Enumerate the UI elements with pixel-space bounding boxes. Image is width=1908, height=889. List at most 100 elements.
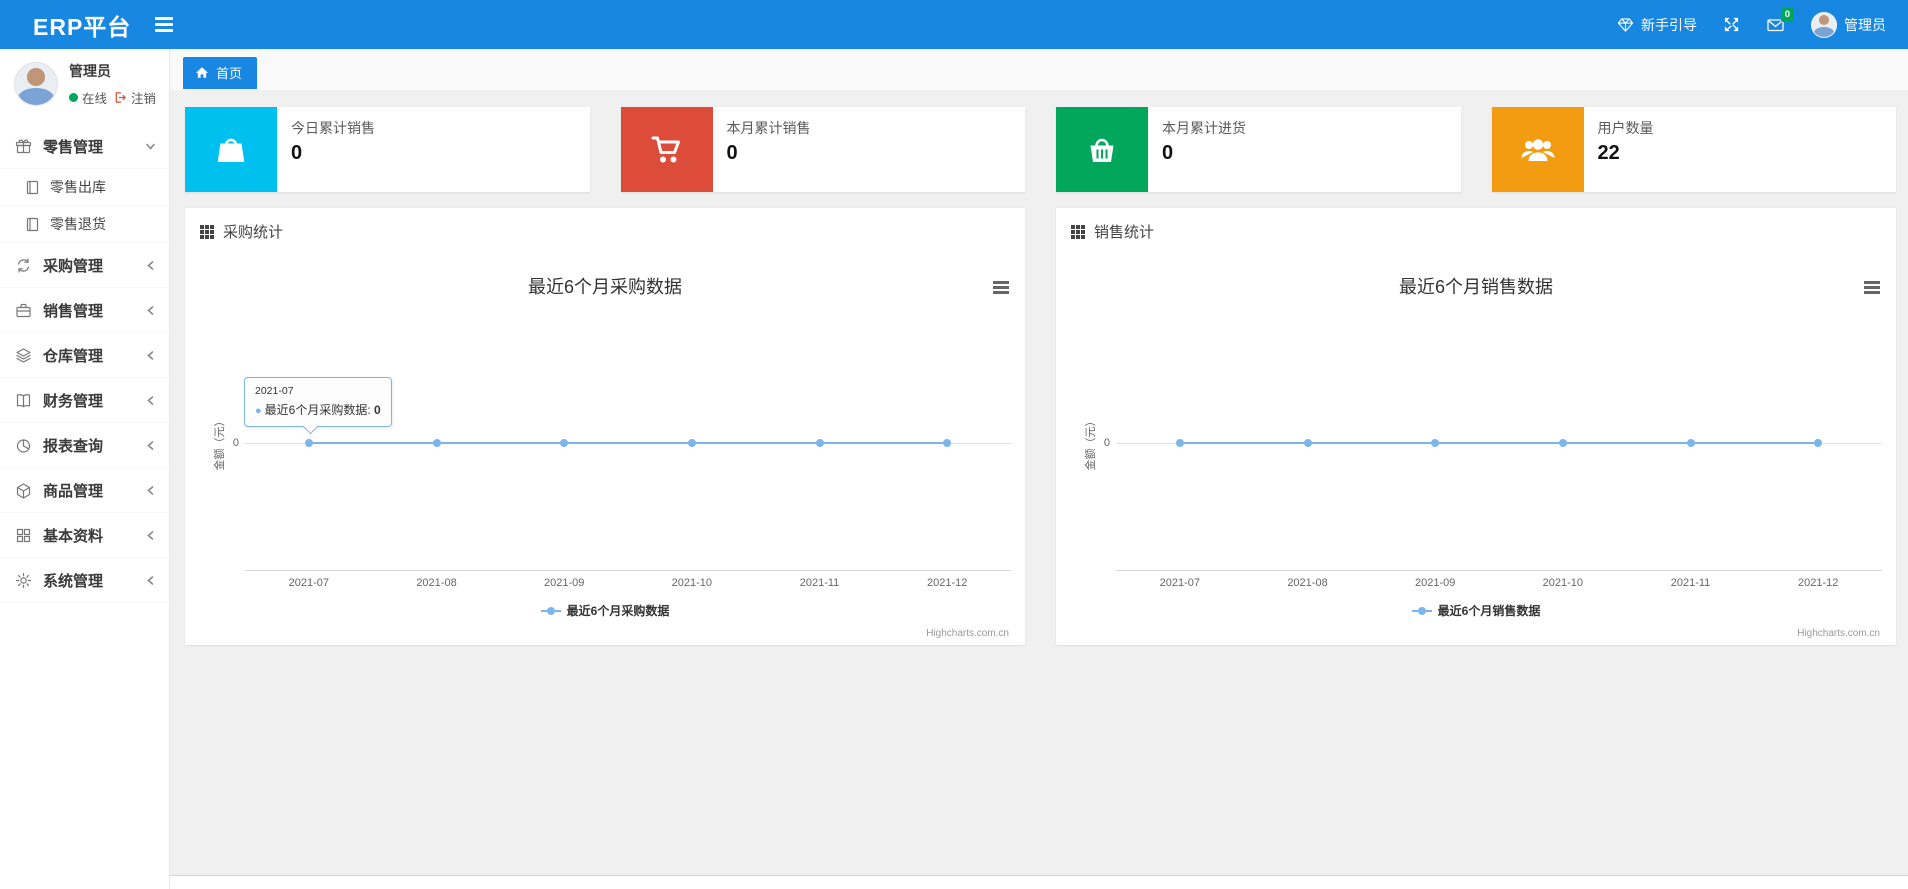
sidebar-item-label: 报表查询 [43,437,104,455]
th-grid-icon [1071,224,1085,239]
data-point[interactable] [1686,439,1695,447]
plot-area: 2021-07 2021-08 2021-09 2021-10 2021-11 2021-… [245,255,1011,645]
data-point[interactable] [304,439,313,447]
sidebar-item-1[interactable]: 采购管理 [0,243,169,288]
y-axis-tick: 0 [232,437,239,449]
legend-item[interactable]: 最近6个月销售数据 [1056,602,1896,619]
purchase-chart: 最近6个月采购数据 金额（元） 0 2021-07 2021-08 2021-09 2… [185,255,1025,645]
sidebar-subitem[interactable]: 零售退货 [0,206,169,243]
stat-cards-row: 今日累计销售 0 本月累计销售 0 本月累计进货 0 用户数量 22 [185,107,1896,192]
user-avatar [1811,11,1837,38]
tooltip-date: 2021-07 [255,385,294,397]
chevron-left-icon [145,350,156,361]
sidebar-subitem-label: 零售出库 [50,179,106,195]
shopping-bag-icon [185,107,277,192]
stat-card-2[interactable]: 本月累计进货 0 [1056,107,1461,192]
x-axis-label: 2021-09 [1414,577,1456,589]
sidebar-item-label: 财务管理 [43,392,104,410]
stat-card-1[interactable]: 本月累计销售 0 [620,107,1025,192]
data-point[interactable] [1558,439,1567,447]
guide-label: 新手引导 [1641,16,1697,33]
stat-card-value: 22 [1597,142,1620,164]
th-grid-icon [200,224,214,239]
online-status-icon [69,93,78,102]
data-point[interactable] [815,439,824,447]
stat-card-value: 0 [291,142,303,164]
layers-icon [15,347,32,364]
x-axis-label: 2021-12 [926,577,968,589]
sidebar-item-8[interactable]: 系统管理 [0,558,169,603]
stat-card-3[interactable]: 用户数量 22 [1491,107,1896,192]
legend-label: 最近6个月销售数据 [1437,604,1541,618]
sidebar-item-0[interactable]: 零售管理 [0,124,169,169]
data-point[interactable] [432,439,441,447]
sidebar-toggle-button[interactable] [155,14,174,35]
sidebar-item-label: 系统管理 [43,572,104,590]
messages-badge: 0 [1780,8,1794,22]
x-axis-label: 2021-09 [543,577,585,589]
logout-link[interactable]: 注销 [131,88,156,107]
data-point[interactable] [943,439,952,447]
footer [170,875,1908,889]
data-point[interactable] [1814,439,1823,447]
chevron-left-icon [145,530,156,541]
data-point[interactable] [1431,439,1440,447]
sidebar-item-label: 采购管理 [43,257,104,275]
grid-icon [15,527,32,544]
stat-card-label: 用户数量 [1597,120,1654,136]
user-name: 管理员 [1844,16,1886,33]
y-axis-tick: 0 [1103,437,1110,449]
briefcase-icon [15,302,32,319]
sidebar-item-3[interactable]: 仓库管理 [0,333,169,378]
sidebar-item-4[interactable]: 财务管理 [0,378,169,423]
tabs-bar: 首页 [170,49,1908,90]
data-point[interactable] [560,439,569,447]
journal-icon [24,216,41,233]
sidebar-item-label: 商品管理 [43,482,104,500]
data-point[interactable] [687,439,696,447]
logout-icon [114,91,127,104]
legend-item[interactable]: 最近6个月采购数据 [185,602,1025,619]
sidebar-item-7[interactable]: 基本资料 [0,513,169,558]
tab-home[interactable]: 首页 [183,57,258,89]
purchase-stats-panel: 采购统计 最近6个月采购数据 金额（元） 0 2021-07 2021-08 202… [185,207,1025,645]
book-icon [15,392,32,409]
fullscreen-button[interactable] [1723,16,1740,33]
stat-card-0[interactable]: 今日累计销售 0 [185,107,590,192]
stat-card-value: 0 [1162,142,1174,164]
top-navbar: ERP平台 新手引导 0 管理员 [0,0,1908,49]
legend-marker-icon [540,606,561,615]
home-icon [195,66,209,79]
messages-button[interactable]: 0 [1766,8,1794,33]
sidebar-user-panel: 管理员 在线 注销 [0,49,169,120]
chart-tooltip: 2021-07 ● 最近6个月采购数据: 0 [244,377,392,427]
user-menu[interactable]: 管理员 [1811,11,1886,38]
gem-icon [1617,17,1634,33]
legend-label: 最近6个月采购数据 [566,604,670,618]
sidebar-subitem[interactable]: 零售出库 [0,169,169,206]
x-axis-label: 2021-10 [671,577,713,589]
data-point[interactable] [1175,439,1184,447]
chevron-left-icon [145,575,156,586]
x-axis-label: 2021-07 [288,577,330,589]
sidebar-item-label: 仓库管理 [43,347,104,365]
app-logo[interactable]: ERP平台 [33,8,131,42]
sidebar-item-2[interactable]: 销售管理 [0,288,169,333]
plot-area: 2021-07 2021-08 2021-09 2021-10 2021-11 2021-… [1116,255,1882,645]
sidebar: 管理员 在线 注销 零售管理零售出库零售退货采购管理销售管理仓库管理财务管理报表… [0,49,170,889]
sidebar-item-6[interactable]: 商品管理 [0,468,169,513]
highcharts-credit[interactable]: Highcharts.com.cn [926,628,1009,639]
chevron-down-icon [145,141,156,152]
repeat-icon [15,257,32,274]
legend-marker-icon [1411,606,1432,615]
sidebar-item-label: 零售管理 [43,138,104,156]
highcharts-credit[interactable]: Highcharts.com.cn [1797,628,1880,639]
guide-link[interactable]: 新手引导 [1617,15,1697,35]
sidebar-item-5[interactable]: 报表查询 [0,423,169,468]
data-point[interactable] [1303,439,1312,447]
shopping-basket-icon [1056,107,1148,192]
users-icon [1491,107,1584,192]
sales-chart: 最近6个月销售数据 金额（元） 0 2021-07 2021-08 2021-09 2… [1056,255,1896,645]
sidebar-menu: 零售管理零售出库零售退货采购管理销售管理仓库管理财务管理报表查询商品管理基本资料… [0,124,169,603]
stat-card-label: 今日累计销售 [291,120,375,136]
